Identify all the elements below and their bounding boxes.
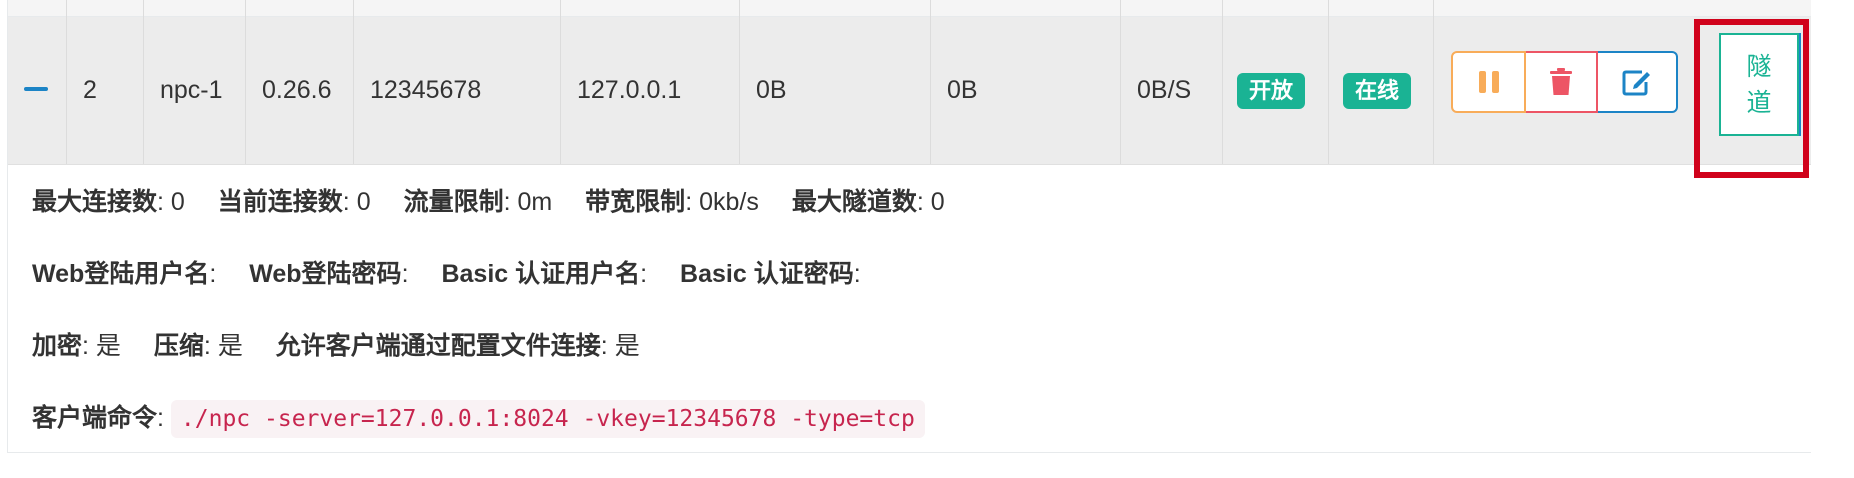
cell-flow-out: 0B [947,76,978,104]
cell-speed: 0B/S [1137,76,1192,104]
collapse-row-icon[interactable] [24,87,48,91]
cell-flow-in: 0B [756,76,787,104]
cell-remark: npc-1 [160,76,223,104]
highlight-box [1694,19,1809,178]
cell-status: 开放 [1237,17,1306,164]
column-divider [1120,0,1121,164]
cell-id: 2 [83,76,97,104]
column-divider [930,0,931,164]
online-badge: 在线 [1343,72,1412,109]
cell-version: 0.26.6 [262,76,332,104]
row-actions [1451,51,1678,117]
cell-connect: 在线 [1343,17,1412,164]
command-label: 客户端命令 [32,404,158,432]
column-divider [1433,0,1434,164]
trash-icon [1550,68,1572,95]
client-command[interactable]: ./npc -server=127.0.0.1:8024 -vkey=12345… [170,400,925,438]
column-divider [560,0,561,164]
detail-line-limits: 最大连接数: 0 当前连接数: 0 流量限制: 0m 带宽限制: 0kb/s 最… [32,188,945,216]
column-divider [1222,0,1223,164]
cell-address: 127.0.0.1 [577,76,682,104]
edit-icon [1622,70,1650,96]
column-divider [245,0,246,164]
column-divider [143,0,144,164]
column-divider [353,0,354,164]
detail-line-options: 加密: 是 压缩: 是 允许客户端通过配置文件连接: 是 [32,332,640,360]
client-detail-panel: 2 npc-1 0.26.6 12345678 127.0.0.1 0B 0B … [7,0,1811,453]
column-divider [1328,0,1329,164]
edit-button[interactable] [1598,51,1678,113]
pause-icon [1478,71,1499,93]
column-divider [739,0,740,164]
detail-line-command: 客户端命令: ./npc -server=127.0.0.1:8024 -vke… [32,398,925,438]
pause-button[interactable] [1451,51,1526,113]
previous-row-edge [8,0,1811,17]
status-badge: 开放 [1237,72,1306,109]
detail-line-auth: Web登陆用户名: Web登陆密码: Basic 认证用户名: Basic 认证… [32,260,861,288]
delete-button[interactable] [1526,51,1598,113]
cell-vkey: 12345678 [370,76,482,104]
column-divider [66,0,67,164]
